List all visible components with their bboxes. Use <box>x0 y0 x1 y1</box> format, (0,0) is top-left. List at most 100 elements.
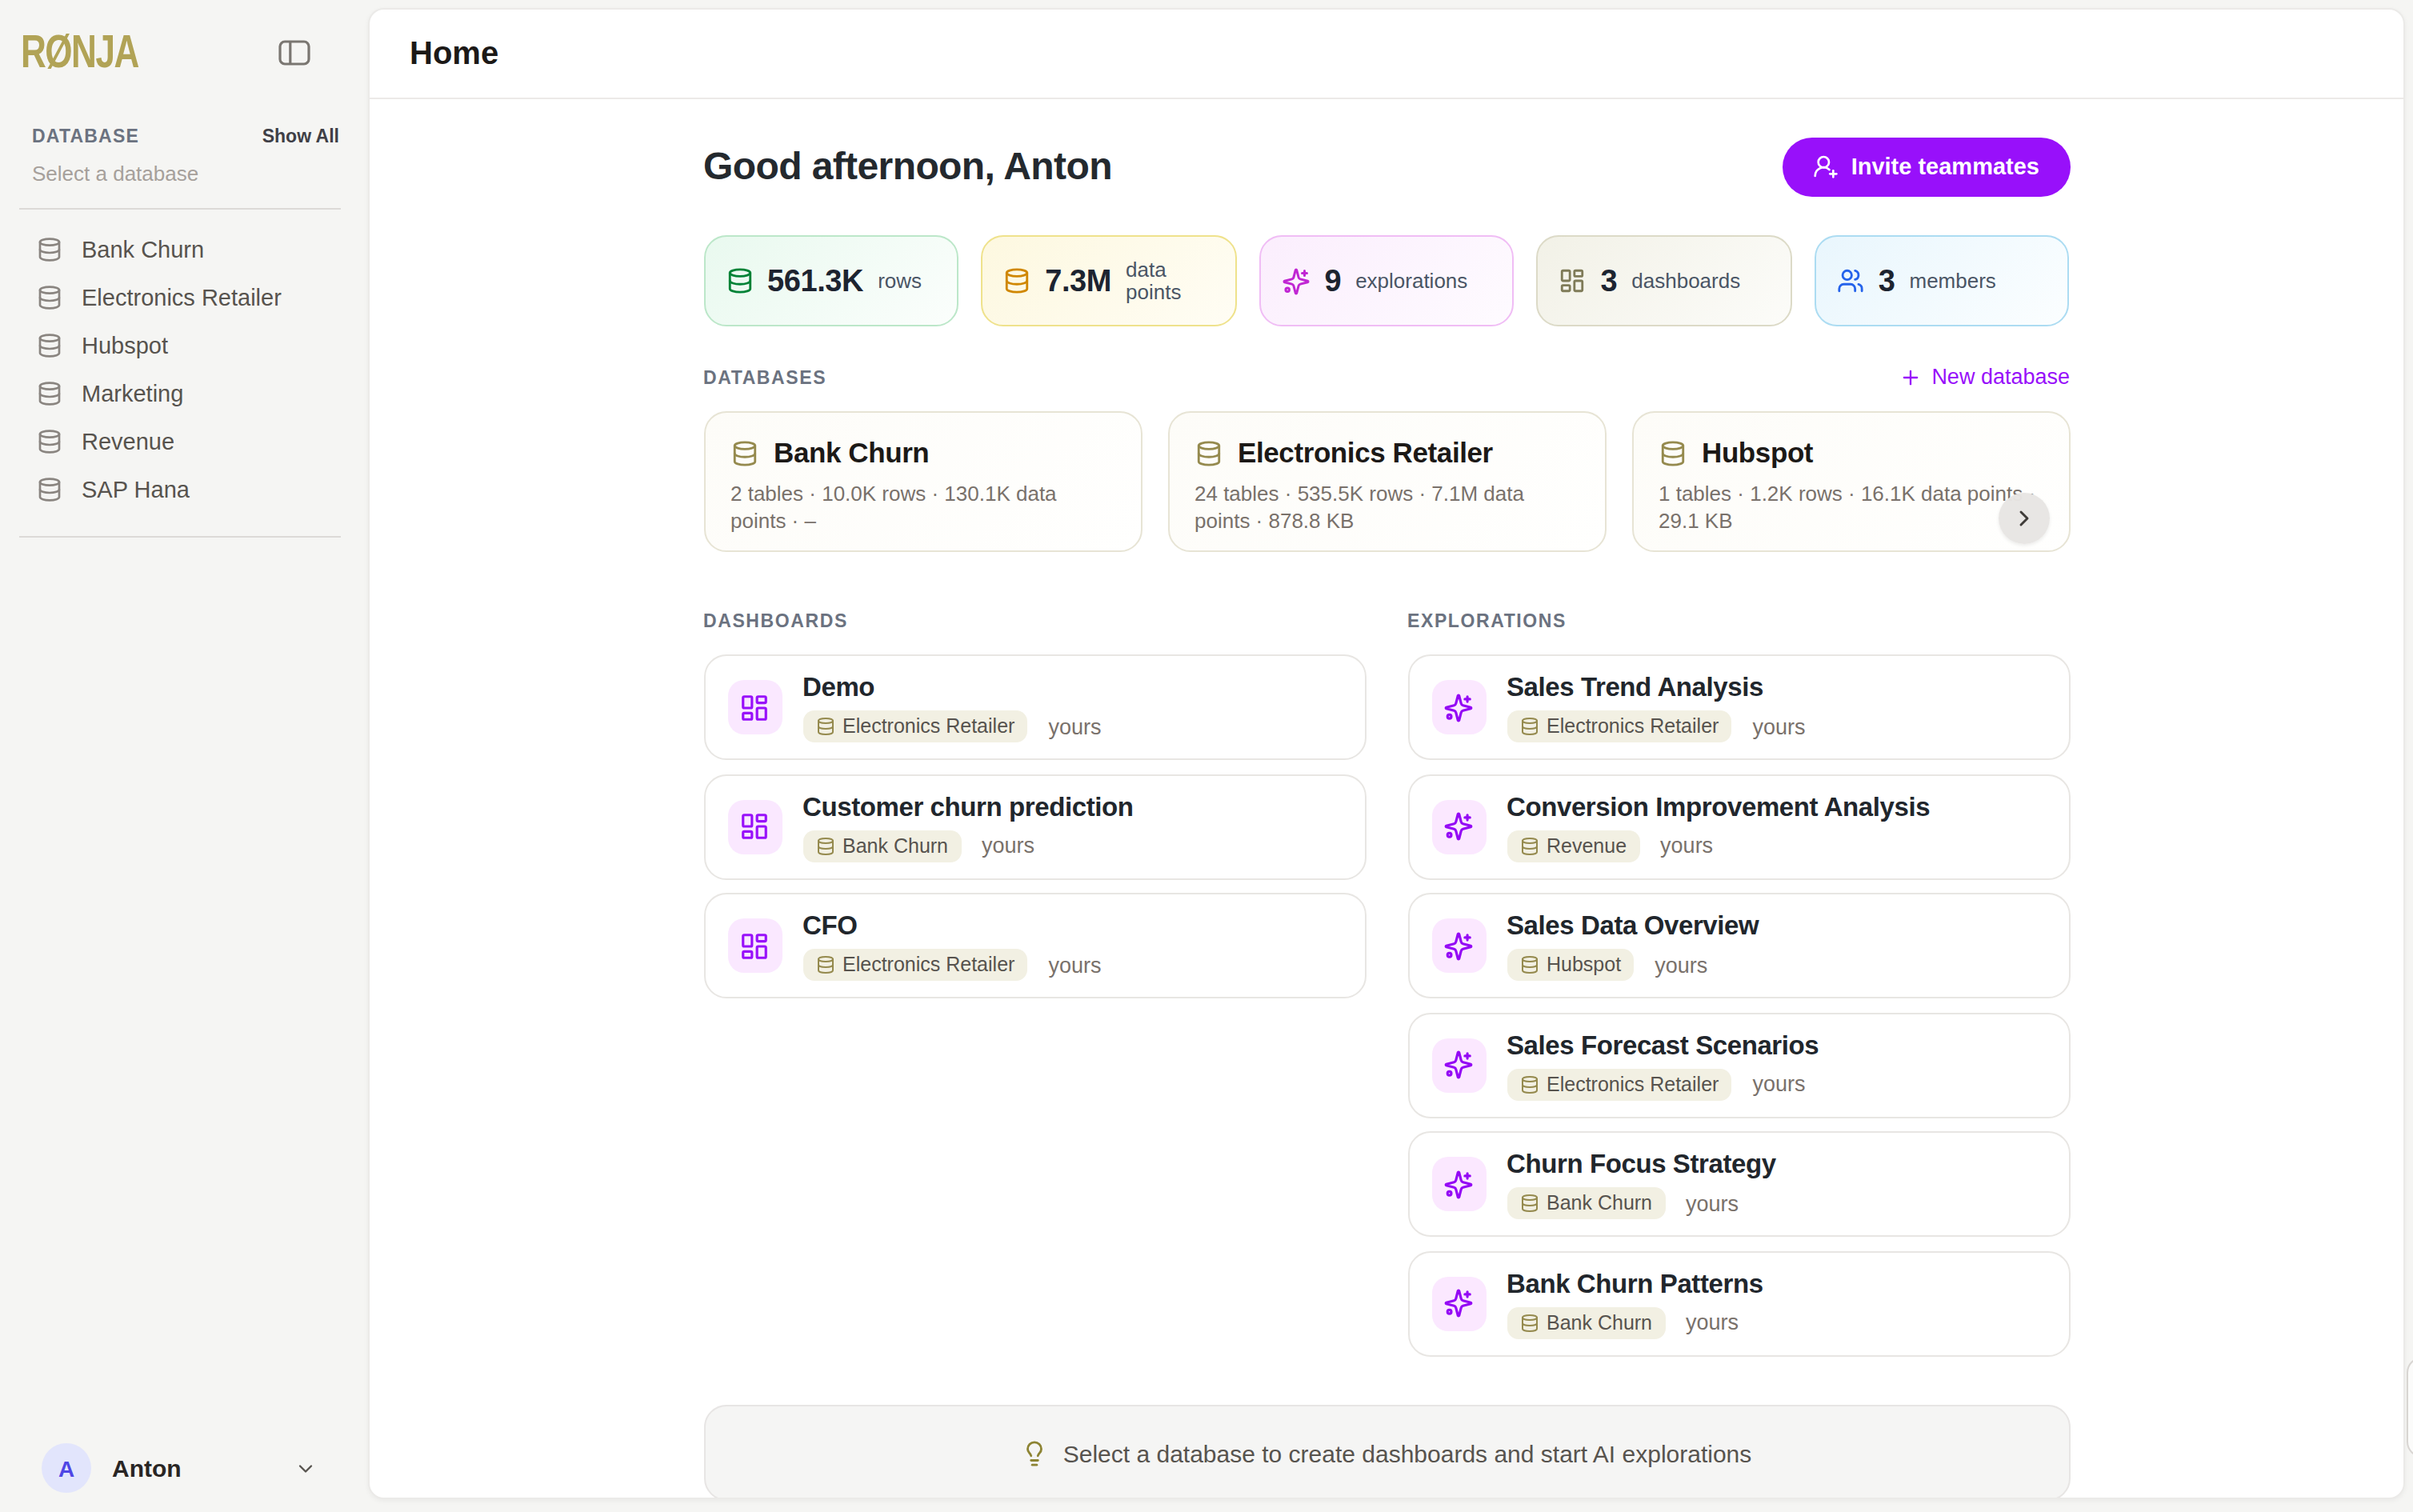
users-icon <box>1837 267 1864 294</box>
database-icon <box>730 440 758 467</box>
sparkles-icon <box>1431 799 1486 854</box>
layout-dashboard-icon <box>727 918 782 973</box>
scroll-right-button[interactable] <box>1998 493 2049 544</box>
owner-label: yours <box>1048 714 1101 738</box>
database-icon <box>1659 440 1686 467</box>
database-icon <box>37 285 62 310</box>
database-section-label: DATABASE <box>32 126 139 146</box>
content: Good afternoon, Anton Invite teammates 5… <box>703 136 2070 1499</box>
owner-label: yours <box>982 834 1034 858</box>
database-tag: Electronics Retailer <box>1507 710 1731 742</box>
dashboards-section-label: DASHBOARDS <box>703 611 848 630</box>
owner-label: yours <box>1752 714 1805 738</box>
database-icon <box>1003 267 1030 294</box>
exploration-item-bank-churn-patterns[interactable]: Bank Churn Patterns Bank Churn yours <box>1407 1250 2070 1356</box>
owner-label: yours <box>1660 834 1713 858</box>
greeting: Good afternoon, Anton <box>703 144 1112 189</box>
brand-logo: RØNJA <box>21 26 138 78</box>
avatar: A <box>42 1443 91 1493</box>
sidebar-toggle-button[interactable] <box>278 39 310 65</box>
sidebar-item-hubspot[interactable]: Hubspot <box>0 322 368 370</box>
explorations-section: EXPLORATIONS Sales Trend Analysis Electr… <box>1407 605 2070 1370</box>
exploration-item-sales-data-overview[interactable]: Sales Data Overview Hubspot yours <box>1407 893 2070 998</box>
sidebar-item-revenue[interactable]: Revenue <box>0 418 368 466</box>
sparkles-icon <box>1281 266 1310 295</box>
stat-dashboards: 3 dashboards <box>1537 235 1792 326</box>
page-title: Home <box>410 35 498 72</box>
dashboard-item-cfo[interactable]: CFO Electronics Retailer yours <box>703 893 1366 998</box>
sparkles-icon <box>1431 1038 1486 1092</box>
dashboards-section: DASHBOARDS Demo Electronics Retailer <box>703 605 1366 1370</box>
database-icon <box>37 477 62 502</box>
database-tag: Bank Churn <box>1507 1187 1665 1219</box>
database-tag: Electronics Retailer <box>802 710 1027 742</box>
database-tag: Hubspot <box>1507 949 1634 981</box>
show-all-link[interactable]: Show All <box>262 126 339 146</box>
database-card-bank-churn[interactable]: Bank Churn 2 tables · 10.0K rows · 130.1… <box>703 411 1142 552</box>
sidebar-item-marketing[interactable]: Marketing <box>0 370 368 418</box>
dashboard-item-customer-churn-prediction[interactable]: Customer churn prediction Bank Churn you… <box>703 774 1366 879</box>
database-icon <box>37 333 62 358</box>
stat-explorations: 9 explorations <box>1259 235 1514 326</box>
user-menu[interactable]: A Anton <box>0 1443 368 1493</box>
lightbulb-icon <box>1022 1439 1049 1466</box>
stats-row: 561.3K rows 7.3M data points 9 explorati… <box>703 235 2070 326</box>
owner-label: yours <box>1048 953 1101 977</box>
database-tag: Revenue <box>1507 830 1639 862</box>
user-plus-icon <box>1813 154 1839 179</box>
owner-label: yours <box>1655 953 1707 977</box>
stat-members: 3 members <box>1815 235 2070 326</box>
layout-dashboard-icon <box>727 680 782 734</box>
viewport: RØNJA DATABASE Show All Select a databas… <box>0 0 2413 1512</box>
tip-bar: Select a database to create dashboards a… <box>703 1405 2070 1499</box>
exploration-item-sales-trend-analysis[interactable]: Sales Trend Analysis Electronics Retaile… <box>1407 654 2070 760</box>
main-header: Home <box>370 10 2403 99</box>
exploration-item-sales-forecast-scenarios[interactable]: Sales Forecast Scenarios Electronics Ret… <box>1407 1012 2070 1118</box>
sparkles-icon <box>1431 1157 1486 1211</box>
chevron-down-icon <box>294 1457 317 1479</box>
databases-section-label: DATABASES <box>703 367 826 386</box>
dashboard-item-demo[interactable]: Demo Electronics Retailer yours <box>703 654 1366 760</box>
owner-label: yours <box>1686 1191 1739 1215</box>
sidebar-item-electronics-retailer[interactable]: Electronics Retailer <box>0 274 368 322</box>
database-card-electronics-retailer[interactable]: Electronics Retailer 24 tables · 535.5K … <box>1167 411 1606 552</box>
explorations-section-label: EXPLORATIONS <box>1407 611 1567 630</box>
database-icon <box>726 267 753 294</box>
plus-icon <box>1899 366 1922 388</box>
tip-text: Select a database to create dashboards a… <box>1063 1439 1752 1466</box>
chevron-right-icon <box>2011 506 2036 531</box>
stat-rows: 561.3K rows <box>703 235 958 326</box>
owner-label: yours <box>1686 1310 1739 1334</box>
exploration-item-conversion-improvement-analysis[interactable]: Conversion Improvement Analysis Revenue … <box>1407 774 2070 879</box>
database-icon <box>37 429 62 454</box>
divider <box>19 208 341 210</box>
user-name: Anton <box>112 1454 294 1482</box>
database-cards: Bank Churn 2 tables · 10.0K rows · 130.1… <box>703 411 2070 552</box>
layout-dashboard-icon <box>727 799 782 854</box>
database-tag: Electronics Retailer <box>802 949 1027 981</box>
layout-dashboard-icon <box>1559 267 1587 294</box>
owner-label: yours <box>1752 1072 1805 1096</box>
sidebar-database-list: Bank Churn Electronics Retailer Hubspot … <box>0 226 368 514</box>
exploration-item-churn-focus-strategy[interactable]: Churn Focus Strategy Bank Churn yours <box>1407 1131 2070 1237</box>
panel-left-icon <box>278 39 310 65</box>
sparkles-icon <box>1431 680 1486 734</box>
app: RØNJA DATABASE Show All Select a databas… <box>0 0 2413 1512</box>
sparkles-icon <box>1431 918 1486 973</box>
scrollbar-thumb[interactable] <box>2407 1357 2413 1458</box>
database-icon <box>1194 440 1222 467</box>
new-database-button[interactable]: New database <box>1899 365 2070 389</box>
database-icon <box>37 381 62 406</box>
sidebar-item-sap-hana[interactable]: SAP Hana <box>0 466 368 514</box>
sidebar-item-bank-churn[interactable]: Bank Churn <box>0 226 368 274</box>
sidebar: RØNJA DATABASE Show All Select a databas… <box>0 0 368 1512</box>
sparkles-icon <box>1431 1276 1486 1330</box>
database-tag: Electronics Retailer <box>1507 1068 1731 1100</box>
database-tag: Bank Churn <box>802 830 961 862</box>
invite-teammates-button[interactable]: Invite teammates <box>1783 137 2070 196</box>
divider <box>19 536 341 538</box>
database-tag: Bank Churn <box>1507 1306 1665 1338</box>
database-icon <box>37 237 62 262</box>
main-panel: Home Good afternoon, Anton Invite teamma… <box>368 8 2405 1499</box>
stat-data-points: 7.3M data points <box>981 235 1236 326</box>
